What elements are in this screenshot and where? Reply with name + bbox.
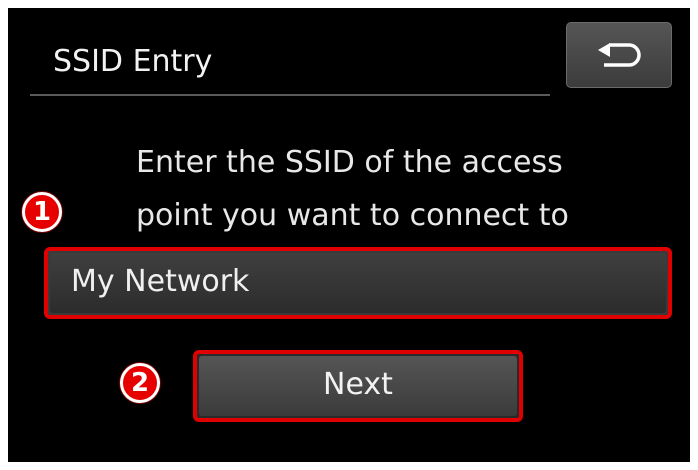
header-divider: [30, 94, 550, 96]
instruction-line: point you want to connect to: [136, 198, 569, 233]
ssid-field[interactable]: My Network: [44, 247, 672, 319]
ssid-field-value[interactable]: My Network: [50, 253, 666, 313]
back-button[interactable]: [566, 22, 672, 88]
step-marker-1: 1: [22, 192, 62, 232]
return-arrow-icon: [598, 43, 641, 67]
step-marker-2: 2: [120, 363, 160, 403]
camera-screen: SSID Entry Enter the SSID of the access …: [8, 8, 690, 462]
next-button-label: Next: [199, 356, 517, 416]
instruction-text: Enter the SSID of the access point you w…: [136, 136, 676, 242]
page-title: SSID Entry: [53, 44, 213, 79]
next-button[interactable]: Next: [193, 350, 523, 422]
instruction-line: Enter the SSID of the access: [136, 145, 563, 180]
